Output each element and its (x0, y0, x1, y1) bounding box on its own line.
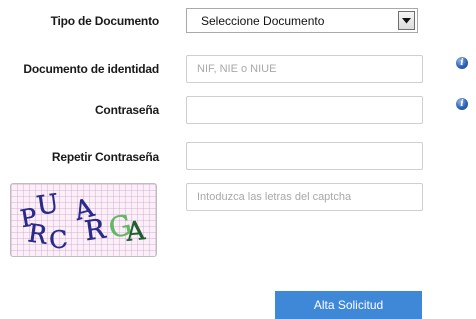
document-type-select[interactable]: Seleccione Documento (186, 8, 418, 33)
captcha-input[interactable] (186, 183, 423, 211)
info-icon[interactable]: i (456, 98, 468, 110)
svg-text:R: R (26, 218, 50, 250)
svg-text:U: U (35, 189, 61, 222)
info-icon[interactable]: i (456, 57, 468, 69)
svg-text:R: R (83, 214, 108, 248)
svg-text:C: C (48, 225, 69, 254)
identity-document-input[interactable] (186, 55, 423, 83)
chevron-down-icon[interactable] (398, 11, 415, 30)
password-input[interactable] (186, 96, 423, 124)
password-label: Contraseña (94, 103, 159, 117)
repeat-password-label: Repetir Contraseña (51, 150, 159, 164)
document-type-label: Tipo de Documento (50, 14, 160, 28)
captcha-image: P U R C A R G A (10, 183, 157, 257)
document-type-selected: Seleccione Documento (201, 13, 325, 28)
svg-text:A: A (124, 216, 148, 248)
identity-document-label: Documento de identidad (23, 62, 159, 76)
repeat-password-input[interactable] (186, 142, 423, 170)
